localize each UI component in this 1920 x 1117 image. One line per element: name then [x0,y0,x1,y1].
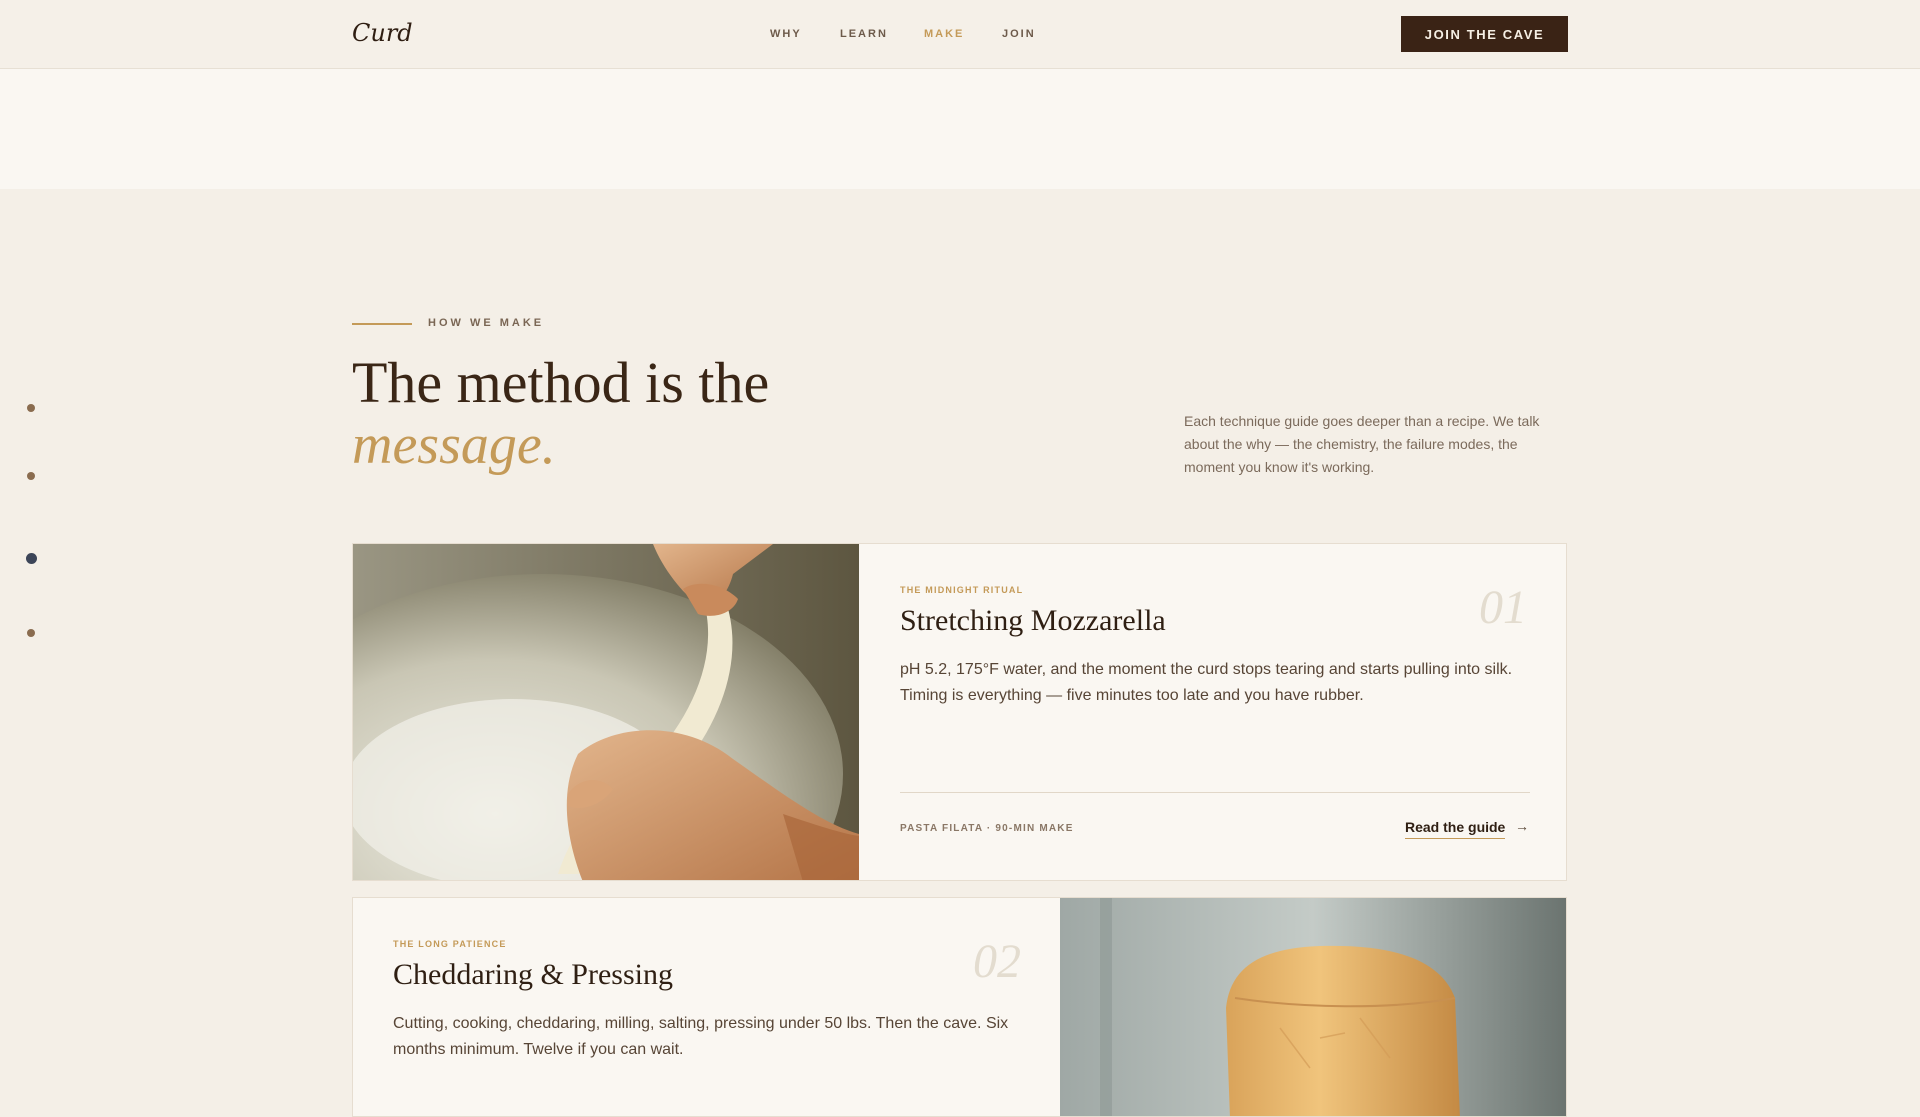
guide-card-mozzarella: THE MIDNIGHT RITUAL 01 Stretching Mozzar… [352,543,1567,881]
cheddar-wheel-photo [1060,898,1566,1116]
guide-number: 02 [973,935,1021,988]
mozzarella-stretching-photo [353,544,859,880]
read-the-guide-link[interactable]: Read the guide [1405,819,1506,839]
section-dot-1[interactable] [27,404,35,412]
arrow-right-icon[interactable]: → [1515,818,1529,834]
guide-tag: THE MIDNIGHT RITUAL [900,585,1024,595]
guide-body: Cutting, cooking, cheddaring, milling, s… [393,1015,1009,1058]
guide-title[interactable]: Cheddaring & Pressing [393,958,673,992]
section-eyebrow: HOW WE MAKE [428,317,545,329]
nav-link-learn[interactable]: LEARN [840,28,888,40]
guide-tag: THE LONG PATIENCE [393,939,507,949]
guide-divider [900,792,1530,793]
guide-number: 01 [1479,581,1527,634]
guide-card-cheddar: THE LONG PATIENCE 02 Cheddaring & Pressi… [352,897,1567,1117]
nav-link-make[interactable]: MAKE [924,28,964,40]
join-the-cave-button[interactable]: JOIN THE CAVE [1401,16,1568,52]
section-intro: Each technique guide goes deeper than a … [1184,413,1540,475]
section-dot-2[interactable] [27,472,35,480]
section-dot-active[interactable] [26,553,37,564]
nav-link-why[interactable]: WHY [770,28,802,40]
guide-meta: PASTA FILATA · 90-MIN MAKE [900,823,1074,834]
guide-body: pH 5.2, 175°F water, and the moment the … [900,661,1513,704]
nav-link-join[interactable]: JOIN [1002,28,1036,40]
section-title: The method is the [352,350,770,415]
main-menu: WHY LEARN MAKE JOIN [0,28,1920,42]
top-nav: Curd WHY LEARN MAKE JOIN JOIN THE CAVE [0,0,1920,69]
hero-band [0,69,1920,189]
section-dot-4[interactable] [27,629,35,637]
section-title-emphasis: message. [352,414,556,476]
guide-title[interactable]: Stretching Mozzarella [900,604,1166,638]
eyebrow-divider [352,323,412,325]
